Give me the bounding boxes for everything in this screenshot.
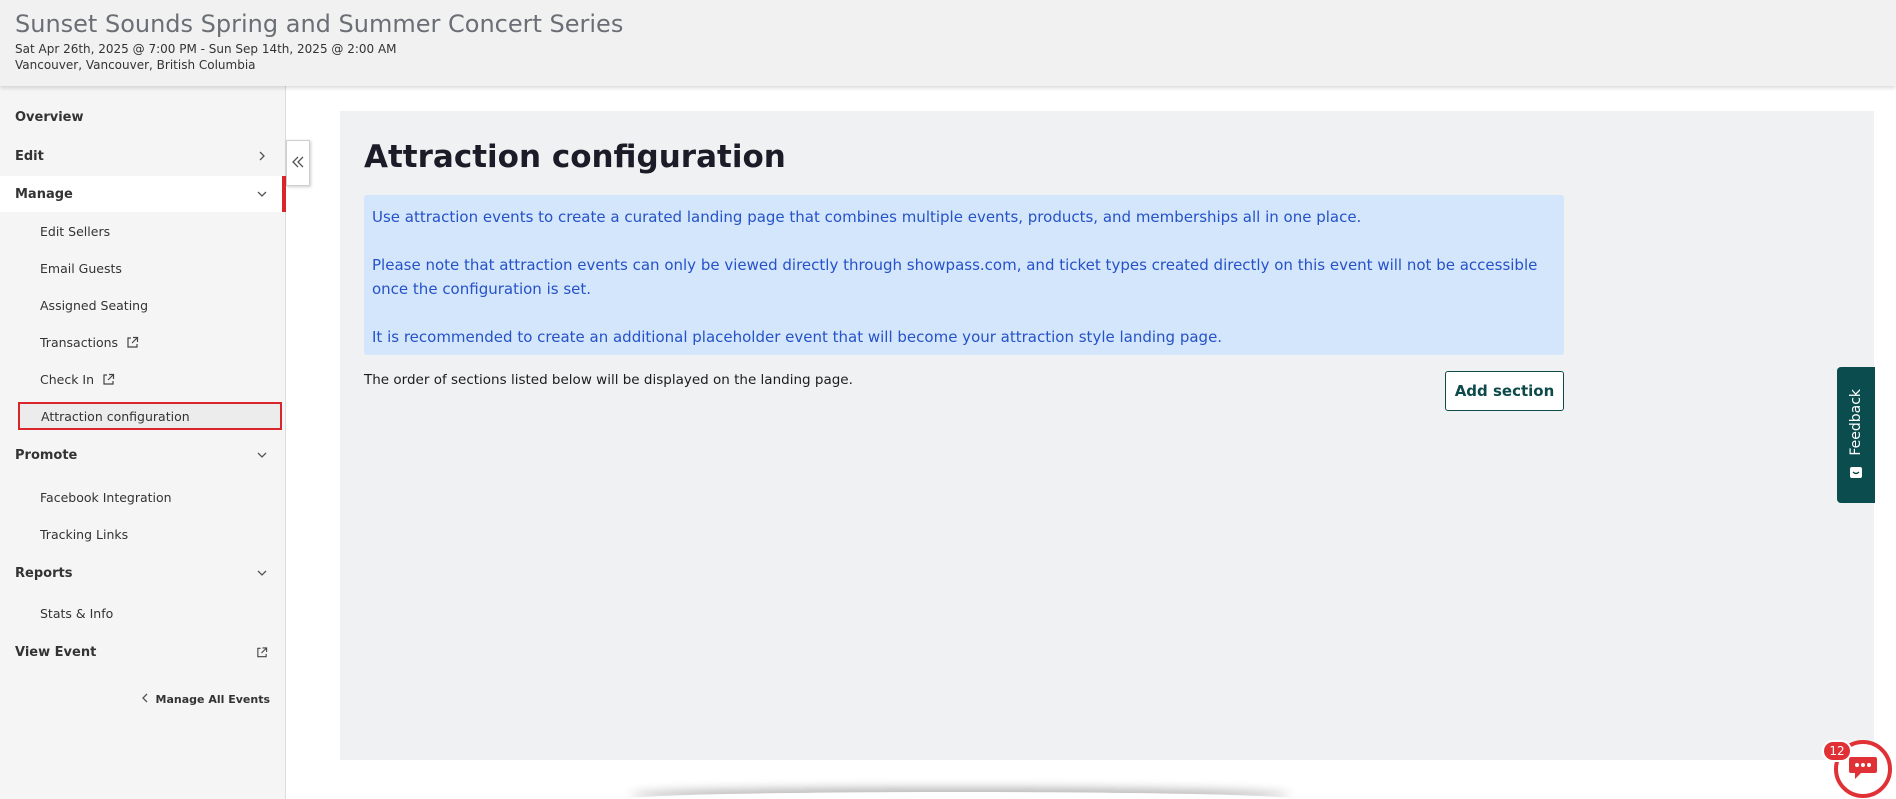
sidebar-item-promote-label: Promote	[15, 447, 78, 463]
section-order-note: The order of sections listed below will …	[364, 372, 853, 388]
info-line: Please note that attraction events can o…	[372, 256, 1538, 298]
sidebar-item-tracking-links[interactable]: Tracking Links	[0, 519, 284, 549]
sidebar-item-facebook-integration[interactable]: Facebook Integration	[0, 482, 284, 512]
info-alert: Use attraction events to create a curate…	[364, 195, 1564, 355]
main-panel: Attraction configuration Use attraction …	[340, 111, 1874, 760]
feedback-tab[interactable]: Feedback	[1837, 367, 1875, 503]
info-line: Use attraction events to create a curate…	[372, 208, 1362, 226]
external-link-icon	[256, 646, 268, 658]
sidebar-item-view-event[interactable]: View Event	[0, 637, 284, 667]
chevron-down-icon	[256, 567, 268, 579]
sidebar-item-view-event-label: View Event	[15, 644, 97, 660]
sidebar-item-edit-label: Edit	[15, 148, 44, 164]
sidebar-item-edit[interactable]: Edit	[0, 141, 284, 171]
event-title: Sunset Sounds Spring and Summer Concert …	[15, 10, 624, 38]
sidebar-item-overview[interactable]: Overview	[0, 102, 284, 132]
chat-notification-badge: 12	[1822, 740, 1852, 762]
event-header: Sunset Sounds Spring and Summer Concert …	[0, 0, 1896, 86]
chevron-down-icon	[256, 188, 268, 200]
page-title: Attraction configuration	[364, 139, 786, 175]
sidebar-item-edit-sellers[interactable]: Edit Sellers	[0, 216, 284, 246]
sidebar: Overview Edit Manage Edit Sellers Email …	[0, 86, 286, 799]
sidebar-item-manage[interactable]: Manage	[0, 176, 286, 212]
chat-bubble-icon	[1847, 753, 1879, 785]
sidebar-item-check-in[interactable]: Check In	[0, 364, 284, 394]
manage-all-events-label: Manage All Events	[155, 693, 270, 706]
chevron-left-icon	[141, 693, 148, 706]
sidebar-item-manage-label: Manage	[15, 186, 73, 202]
smiley-chat-icon	[1848, 465, 1864, 481]
sidebar-item-reports-label: Reports	[15, 565, 73, 581]
feedback-label: Feedback	[1848, 388, 1864, 456]
info-line: It is recommended to create an additiona…	[372, 328, 1223, 346]
collapse-sidebar-button[interactable]	[286, 140, 310, 186]
sidebar-item-transactions[interactable]: Transactions	[0, 327, 284, 357]
sidebar-item-email-guests[interactable]: Email Guests	[0, 253, 284, 283]
sidebar-item-check-in-label: Check In	[40, 371, 95, 387]
sidebar-item-transactions-label: Transactions	[40, 334, 119, 350]
chevron-right-icon	[256, 150, 268, 162]
sidebar-item-reports[interactable]: Reports	[0, 558, 284, 588]
sidebar-item-promote[interactable]: Promote	[0, 440, 284, 470]
external-link-icon	[102, 373, 115, 386]
bottom-shadow	[630, 792, 1290, 799]
add-section-button[interactable]: Add section	[1445, 371, 1564, 411]
double-chevron-left-icon	[291, 153, 305, 174]
manage-all-events-link[interactable]: Manage All Events	[141, 693, 270, 706]
event-location: Vancouver, Vancouver, British Columbia	[15, 58, 256, 72]
sidebar-item-stats-info[interactable]: Stats & Info	[0, 598, 284, 628]
event-date-range: Sat Apr 26th, 2025 @ 7:00 PM - Sun Sep 1…	[15, 42, 397, 56]
sidebar-item-attraction-configuration[interactable]: Attraction configuration	[18, 402, 282, 430]
sidebar-item-assigned-seating[interactable]: Assigned Seating	[0, 290, 284, 320]
external-link-icon	[126, 336, 139, 349]
chevron-down-icon	[256, 449, 268, 461]
